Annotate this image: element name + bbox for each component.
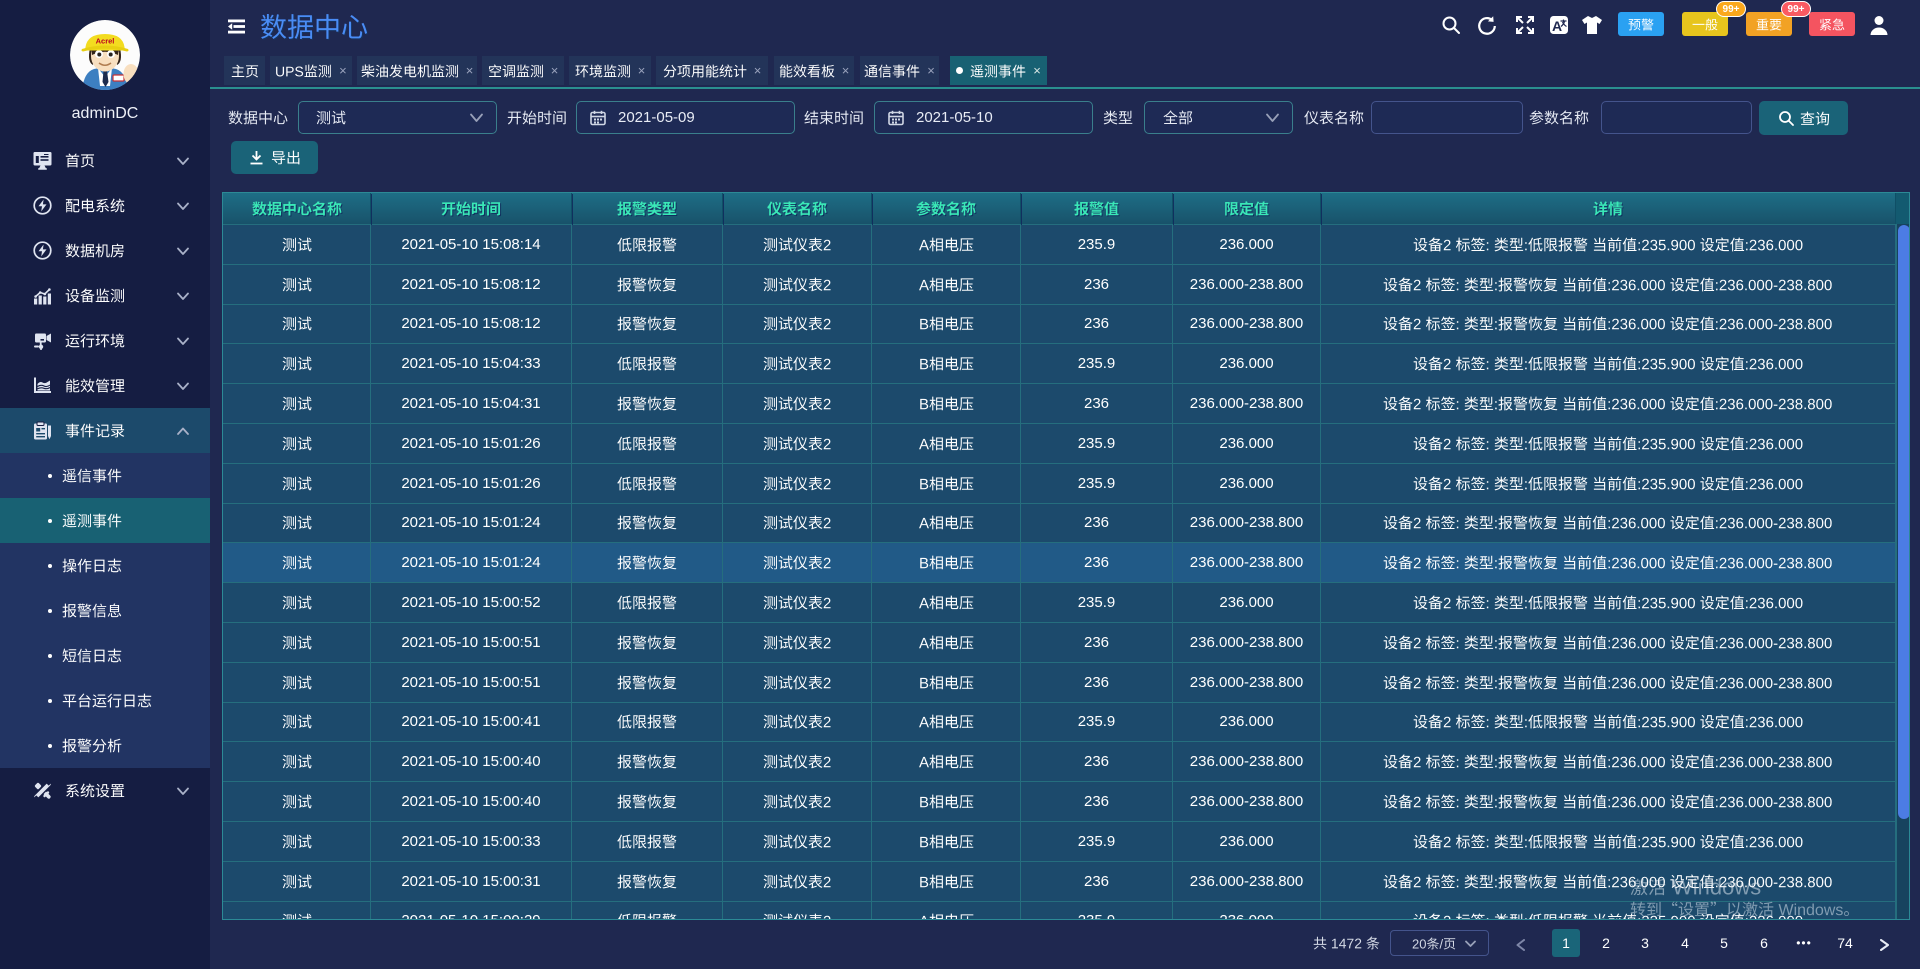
svg-text:A: A [1552,18,1562,34]
svg-text:Acrel: Acrel [96,37,115,46]
